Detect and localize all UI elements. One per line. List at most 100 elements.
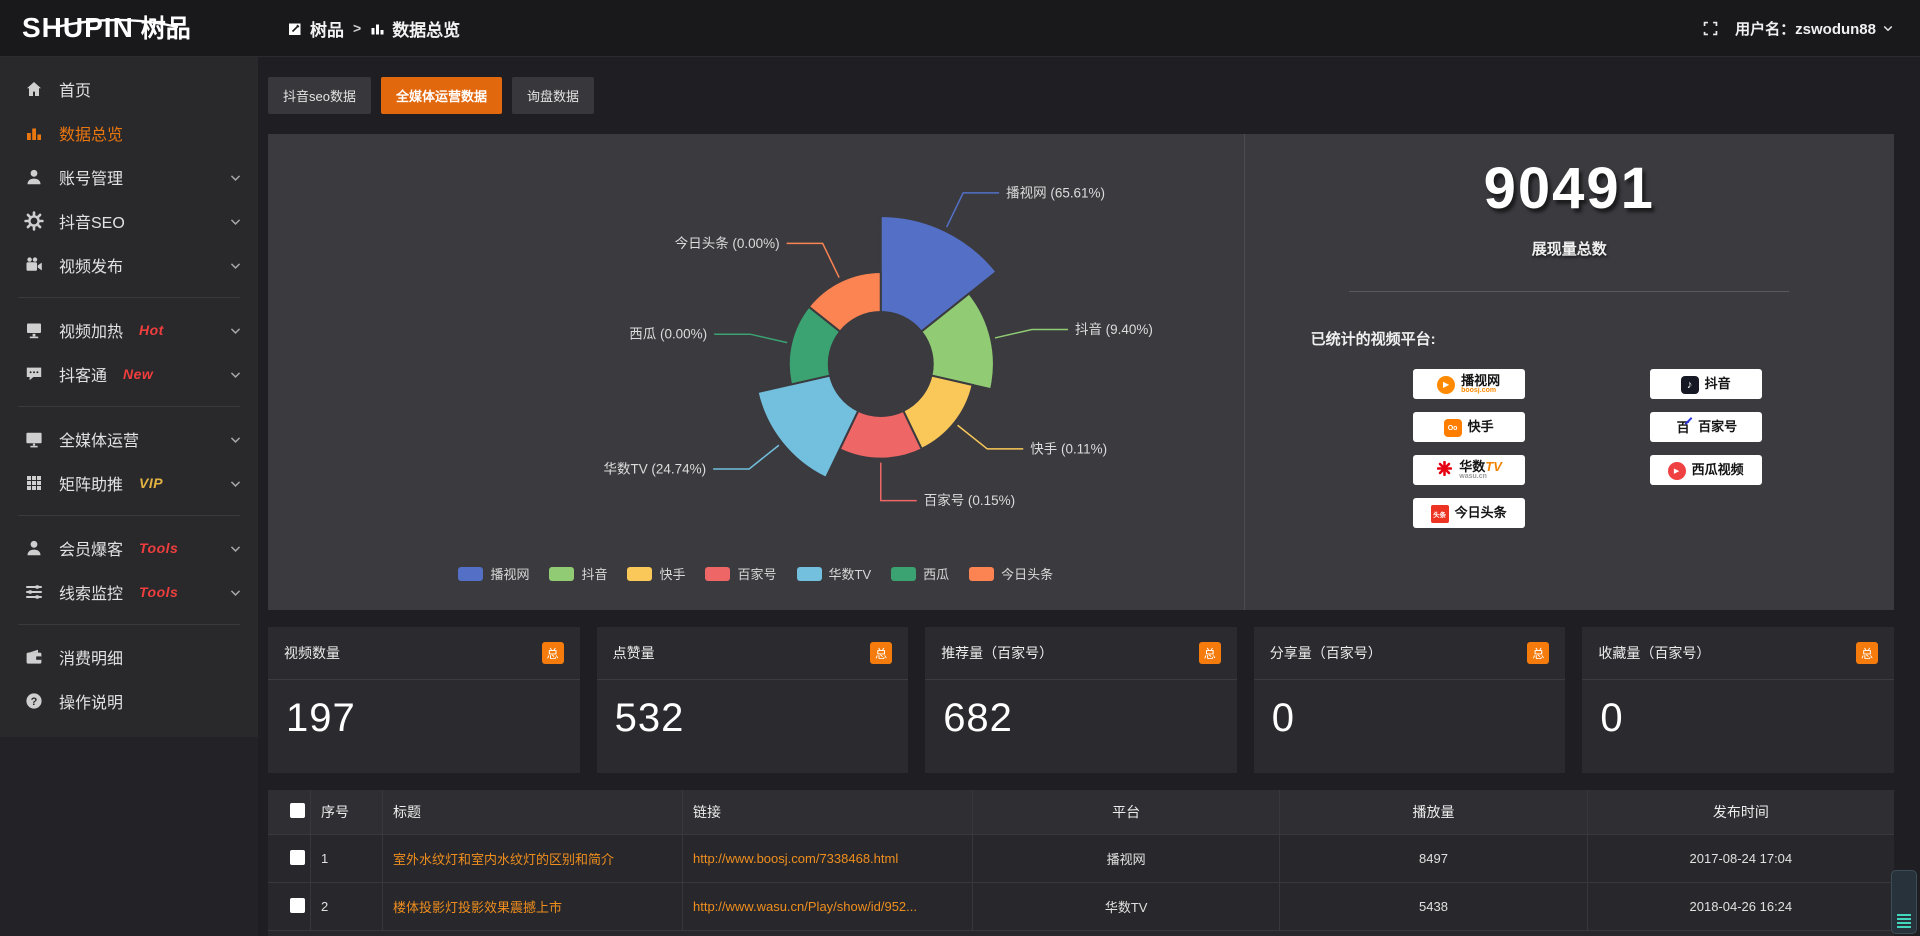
row-checkbox[interactable]: [290, 850, 305, 865]
platform-badge-boosj: ▶播视网boosj.com: [1413, 369, 1525, 399]
sidebar-item-badge: Tools: [139, 584, 178, 600]
total-badge[interactable]: 总: [1527, 642, 1549, 664]
fullscreen-icon[interactable]: [1702, 20, 1719, 37]
stat-card-header: 推荐量（百家号）总: [925, 627, 1237, 680]
breadcrumb-root[interactable]: 树品: [310, 16, 344, 41]
platform-name: 抖音: [1705, 377, 1731, 391]
legend-item-0[interactable]: 播视网: [458, 564, 529, 583]
question-icon: ?: [24, 691, 44, 711]
pie-label-line-0: [947, 193, 999, 227]
pie-label-line-1: [995, 329, 1068, 337]
toutiao-icon: 头条: [1431, 504, 1449, 523]
chart-legend: 播视网 抖音 快手 百家号 华数TV 西瓜 今日头条: [268, 564, 1244, 610]
total-badge[interactable]: 总: [1856, 642, 1878, 664]
breadcrumb-current[interactable]: 数据总览: [392, 16, 460, 41]
chevron-down-icon: [229, 215, 242, 228]
sidebar-item-matrix-boost[interactable]: 矩阵助推VIP: [0, 461, 258, 505]
legend-item-4[interactable]: 华数TV: [797, 564, 872, 583]
tab-douyin-seo-data[interactable]: 抖音seo数据: [268, 77, 371, 114]
checkbox-cell: [268, 898, 310, 916]
chevron-down-icon: [229, 368, 242, 381]
stat-card-value: 0: [1582, 680, 1894, 757]
cell-plays-text: 8497: [1419, 851, 1448, 866]
cell-index-text: 2: [321, 899, 328, 914]
platform-name: 快手: [1468, 420, 1494, 434]
wallet-icon: [24, 647, 44, 667]
sidebar-item-media-ops[interactable]: 全媒体运营: [0, 417, 258, 461]
sidebar-item-video-publish[interactable]: 视频发布: [0, 243, 258, 287]
bar-chart-icon: [370, 21, 385, 36]
sidebar-item-data-overview[interactable]: 数据总览: [0, 111, 258, 155]
chevron-down-icon: [229, 477, 242, 490]
sidebar-item-label: 数据总览: [59, 121, 123, 145]
monitor-icon: [24, 429, 44, 449]
platform-name: 西瓜视频: [1692, 463, 1744, 477]
chevron-down-icon: [229, 433, 242, 446]
platform-name: 华数TVwasu.cn: [1459, 460, 1502, 481]
platform-badge-kuaishou: Oo快手: [1413, 412, 1525, 442]
sidebar-item-badge: Hot: [139, 322, 164, 338]
header-cell: 标题: [382, 790, 682, 834]
app-root: SHUPIN 树品 树品 > 数据总览 用户名：zswodun88: [0, 0, 1920, 936]
chat-icon: [24, 364, 44, 384]
legend-item-1[interactable]: 抖音: [549, 564, 607, 583]
total-badge[interactable]: 总: [542, 642, 564, 664]
xigua-play-icon: ▶: [1668, 460, 1686, 480]
legend-item-3[interactable]: 百家号: [705, 564, 776, 583]
total-badge[interactable]: 总: [870, 642, 892, 664]
cell-platform: 播视网: [972, 835, 1279, 882]
sidebar-item-account-manage[interactable]: 账号管理: [0, 155, 258, 199]
sidebar-item-home[interactable]: 首页: [0, 67, 258, 111]
user-menu[interactable]: 用户名：zswodun88: [1735, 18, 1894, 39]
sidebar-item-label: 会员爆客: [59, 536, 123, 560]
cell-time: 2018-04-26 16:24: [1587, 883, 1894, 930]
legend-chip-4: [797, 567, 822, 581]
sidebar-item-label: 消费明细: [59, 645, 123, 669]
sidebar-item-member-baoke[interactable]: 会员爆客Tools: [0, 526, 258, 570]
screen-icon: [24, 320, 44, 340]
cell-title: 楼体投影灯投影效果震撼上市: [382, 883, 682, 930]
cell-plays: 8497: [1279, 835, 1586, 882]
chevron-down-icon: [229, 324, 242, 337]
legend-item-5[interactable]: 西瓜: [891, 564, 949, 583]
header-cell: 序号: [310, 790, 382, 834]
cell-link-text[interactable]: http://www.boosj.com/7338468.html: [693, 851, 898, 866]
baijiahao-icon: 百: [1674, 417, 1692, 437]
cell-link-text[interactable]: http://www.wasu.cn/Play/show/id/952...: [693, 899, 917, 914]
legend-item-6[interactable]: 今日头条: [969, 564, 1053, 583]
sidebar-item-clue-monitor[interactable]: 线索监控Tools: [0, 570, 258, 614]
summary-panel: 90491 展现量总数 已统计的视频平台: ▶播视网boosj.com♪抖音Oo…: [1244, 134, 1894, 610]
pie-slice-4[interactable]: [758, 376, 859, 478]
video-camera-icon: [24, 255, 44, 275]
tab-media-ops-data[interactable]: 全媒体运营数据: [381, 77, 502, 114]
cell-platform-text: 播视网: [1107, 849, 1146, 868]
total-badge[interactable]: 总: [1199, 642, 1221, 664]
pie-label-4: 华数TV (24.74%): [603, 461, 706, 476]
sidebar-item-help[interactable]: ?操作说明: [0, 679, 258, 723]
sidebar-item-label: 矩阵助推: [59, 471, 123, 495]
platform-badge-douyin: ♪抖音: [1650, 369, 1762, 399]
platform-empty: [1650, 498, 1762, 528]
chevron-down-icon: [229, 586, 242, 599]
platform-badge-xigua: ▶ 西瓜视频: [1650, 455, 1762, 485]
pie-label-line-3: [881, 463, 917, 501]
cell-title-text[interactable]: 楼体投影灯投影效果震撼上市: [393, 897, 562, 916]
sidebar-item-douyin-seo[interactable]: 抖音SEO: [0, 199, 258, 243]
floating-widget[interactable]: [1891, 870, 1917, 934]
row-checkbox[interactable]: [290, 898, 305, 913]
table-row: 2 楼体投影灯投影效果震撼上市 http://www.wasu.cn/Play/sh…: [268, 882, 1894, 930]
cell-title-text[interactable]: 室外水纹灯和室内水纹灯的区别和简介: [393, 849, 614, 868]
sidebar-item-consume-detail[interactable]: 消费明细: [0, 635, 258, 679]
sidebar-item-video-heat[interactable]: 视频加热Hot: [0, 308, 258, 352]
tab-inquiry-data[interactable]: 询盘数据: [512, 77, 594, 114]
select-all-checkbox[interactable]: [290, 803, 305, 818]
sidebar-item-douketong[interactable]: 抖客通New: [0, 352, 258, 396]
home-icon: [24, 79, 44, 99]
legend-chip-5: [891, 567, 916, 581]
platform-badge-wasu: 华数TVwasu.cn: [1413, 455, 1525, 485]
legend-item-2[interactable]: 快手: [627, 564, 685, 583]
header-cell: 链接: [682, 790, 972, 834]
pie-label-line-4: [713, 445, 779, 469]
legend-label: 西瓜: [923, 564, 949, 583]
sidebar-item-label: 首页: [59, 77, 91, 101]
